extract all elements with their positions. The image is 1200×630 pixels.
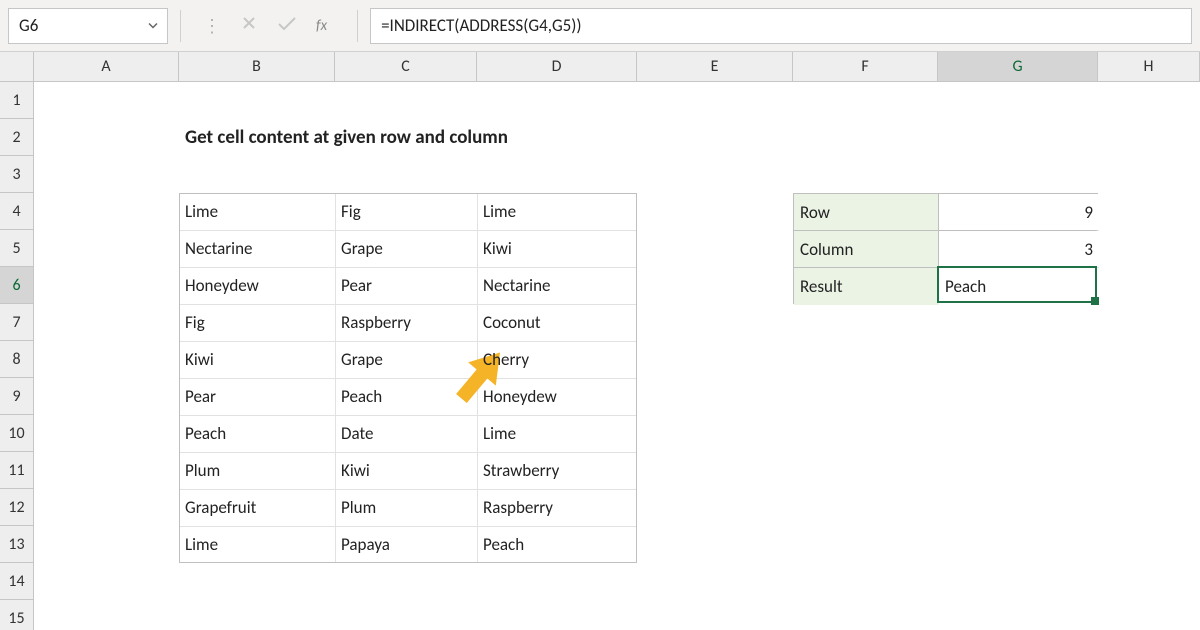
row-header-3[interactable]: 3 [0, 156, 34, 193]
page-title: Get cell content at given row and column [179, 119, 793, 156]
data-cell[interactable]: Pear [179, 378, 335, 415]
data-cell[interactable]: Peach [477, 526, 637, 563]
lookup-label: Column [794, 231, 939, 268]
enter-icon[interactable] [276, 14, 298, 37]
data-cell[interactable]: Honeydew [477, 378, 637, 415]
column-header-d[interactable]: D [477, 52, 637, 82]
lookup-label: Row [794, 194, 939, 231]
chevron-down-icon[interactable] [147, 15, 159, 36]
row-header-4[interactable]: 4 [0, 193, 34, 230]
data-cell[interactable]: Pear [335, 267, 477, 304]
row-header-10[interactable]: 10 [0, 415, 34, 452]
cancel-icon[interactable] [240, 14, 258, 37]
data-cell[interactable]: Nectarine [477, 267, 637, 304]
data-cell[interactable]: Lime [179, 526, 335, 563]
row-header-8[interactable]: 8 [0, 341, 34, 378]
data-cell[interactable]: Lime [179, 193, 335, 230]
data-cell[interactable]: Grape [335, 230, 477, 267]
separator [180, 10, 181, 42]
lookup-value[interactable]: 3 [939, 231, 1099, 268]
formula-input[interactable]: =INDIRECT(ADDRESS(G4,G5)) [370, 8, 1192, 44]
column-header-b[interactable]: B [179, 52, 335, 82]
column-header-a[interactable]: A [34, 52, 179, 82]
name-box-value: G6 [19, 15, 38, 36]
row-header-12[interactable]: 12 [0, 489, 34, 526]
row-header-5[interactable]: 5 [0, 230, 34, 267]
row-header-9[interactable]: 9 [0, 378, 34, 415]
data-cell[interactable]: Lime [477, 415, 637, 452]
row-header-1[interactable]: 1 [0, 82, 34, 119]
lookup-value[interactable]: 9 [939, 194, 1099, 231]
data-cell[interactable]: Coconut [477, 304, 637, 341]
row-header-15[interactable]: 15 [0, 600, 34, 630]
data-cell[interactable]: Papaya [335, 526, 477, 563]
data-cell[interactable]: Fig [335, 193, 477, 230]
data-cell[interactable]: Grapefruit [179, 489, 335, 526]
data-cell[interactable]: Peach [335, 378, 477, 415]
data-cell[interactable]: Strawberry [477, 452, 637, 489]
formula-bar: G6 ⋮ fx =INDIRECT(ADDRESS(G4,G5)) [0, 0, 1200, 52]
row-header-14[interactable]: 14 [0, 563, 34, 600]
data-cell[interactable]: Raspberry [335, 304, 477, 341]
data-cell[interactable]: Nectarine [179, 230, 335, 267]
column-header-c[interactable]: C [335, 52, 477, 82]
data-cell[interactable]: Plum [179, 452, 335, 489]
data-cell[interactable]: Fig [179, 304, 335, 341]
column-header-f[interactable]: F [793, 52, 938, 82]
data-cell[interactable]: Kiwi [335, 452, 477, 489]
data-cell[interactable]: Honeydew [179, 267, 335, 304]
fx-icon[interactable]: fx [316, 17, 327, 35]
row-header-11[interactable]: 11 [0, 452, 34, 489]
data-cell[interactable]: Lime [477, 193, 637, 230]
column-headers: ABCDEFGH [34, 52, 1200, 82]
column-header-e[interactable]: E [637, 52, 793, 82]
lookup-panel: Row9Column3ResultPeach [793, 193, 1098, 304]
column-header-g[interactable]: G [938, 52, 1098, 82]
data-cell[interactable]: Plum [335, 489, 477, 526]
name-box[interactable]: G6 [8, 8, 168, 44]
data-cell[interactable]: Cherry [477, 341, 637, 378]
data-cell[interactable]: Raspberry [477, 489, 637, 526]
row-headers: 123456789101112131415 [0, 82, 34, 630]
data-cell[interactable]: Date [335, 415, 477, 452]
vertical-dots-icon[interactable]: ⋮ [203, 15, 222, 37]
spreadsheet-grid[interactable]: ABCDEFGH 123456789101112131415 Get cell … [0, 52, 1200, 630]
formula-text: =INDIRECT(ADDRESS(G4,G5)) [381, 15, 582, 36]
separator [357, 10, 358, 42]
data-cell[interactable]: Grape [335, 341, 477, 378]
lookup-label: Result [794, 268, 939, 305]
row-header-13[interactable]: 13 [0, 526, 34, 563]
lookup-value[interactable]: Peach [939, 268, 1099, 305]
data-cell[interactable]: Peach [179, 415, 335, 452]
row-header-7[interactable]: 7 [0, 304, 34, 341]
cells-area[interactable]: Get cell content at given row and column… [34, 82, 1200, 630]
formula-bar-icons: ⋮ fx [193, 14, 345, 37]
data-cell[interactable]: Kiwi [477, 230, 637, 267]
row-header-6[interactable]: 6 [0, 267, 34, 304]
row-header-2[interactable]: 2 [0, 119, 34, 156]
select-all-corner[interactable] [0, 52, 34, 82]
column-header-h[interactable]: H [1098, 52, 1200, 82]
data-cell[interactable]: Kiwi [179, 341, 335, 378]
